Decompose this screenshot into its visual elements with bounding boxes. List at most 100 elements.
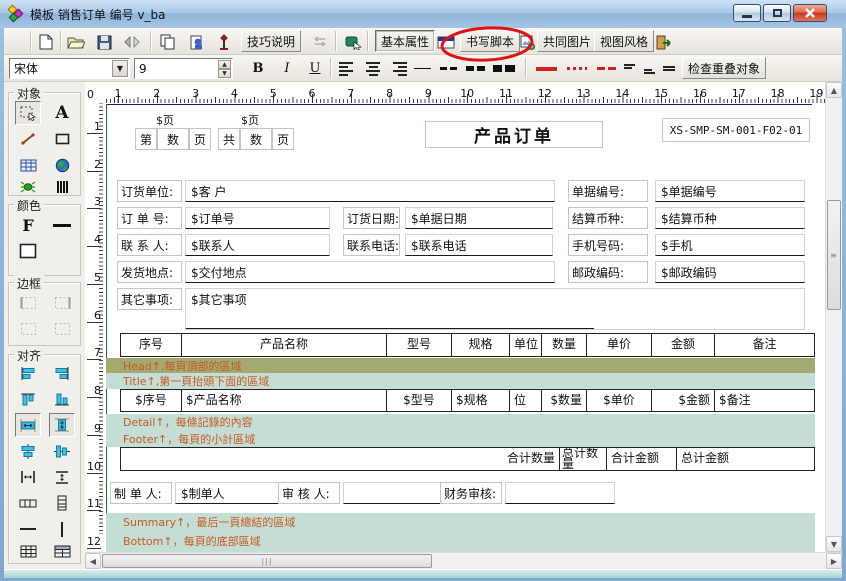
table-detail-cell[interactable]: $金额	[651, 390, 714, 411]
close-button[interactable]	[793, 4, 827, 22]
center-vertical-button[interactable]	[49, 439, 75, 463]
page-var-label[interactable]: $页	[241, 112, 259, 128]
band-bottom[interactable]: Bottom↑，每頁的底部區域	[106, 530, 815, 552]
table-detail-cell[interactable]: $产品名称	[181, 390, 386, 411]
basic-properties-button[interactable]: 基本属性	[375, 30, 435, 52]
line-tool[interactable]	[15, 127, 41, 151]
write-script-button[interactable]: 书写脚本	[460, 30, 520, 52]
table-header-cell[interactable]: 单价	[586, 334, 651, 356]
center-horizontal-button[interactable]	[15, 439, 41, 463]
pageno-cell[interactable]: 页	[272, 128, 294, 150]
v-line-button[interactable]	[49, 517, 75, 541]
web-globe-tool[interactable]	[49, 153, 75, 177]
totals-cell[interactable]: 合计数量	[121, 448, 559, 470]
field-label[interactable]: 其它事项:	[117, 288, 182, 310]
field-label[interactable]: 邮政编码:	[568, 261, 648, 283]
page-var-label[interactable]: $页	[156, 112, 174, 128]
print-preview-icon[interactable]	[122, 32, 142, 52]
view-style-button[interactable]: 视图风格	[594, 30, 654, 52]
equal-v-spacing-button[interactable]	[49, 465, 75, 489]
delete-pin-icon[interactable]	[214, 32, 234, 52]
align-bottom-edges-button[interactable]	[49, 387, 75, 411]
image-tool[interactable]	[15, 179, 41, 195]
field-label[interactable]: 发货地点:	[117, 261, 182, 283]
field-value[interactable]: $单据编号	[655, 180, 805, 202]
align-right-edges-button[interactable]	[49, 361, 75, 385]
scroll-up-icon[interactable]: ▲	[826, 82, 842, 98]
field-value[interactable]: $客 户	[185, 180, 555, 202]
scroll-down-icon[interactable]: ▼	[826, 536, 842, 552]
field-value[interactable]: $结算币种	[655, 207, 805, 229]
field-label[interactable]: 订 单 号:	[117, 207, 182, 229]
grid-button[interactable]	[15, 539, 41, 563]
table-header-cell[interactable]: 产品名称	[181, 334, 386, 356]
equal-h-spacing-button[interactable]	[15, 465, 41, 489]
open-folder-icon[interactable]	[66, 32, 86, 52]
signature-label[interactable]: 财务审核:	[440, 482, 502, 504]
band-head[interactable]: Head↑,每頁頂部的區域	[106, 358, 815, 373]
align-top-edges-button[interactable]	[15, 387, 41, 411]
red-line-dashed-button[interactable]	[593, 58, 619, 79]
field-label[interactable]: 手机号码:	[568, 234, 648, 256]
table-header-cell[interactable]: 金额	[651, 334, 714, 356]
minimize-button[interactable]	[733, 4, 761, 22]
table-tool[interactable]	[15, 153, 41, 177]
rectangle-tool[interactable]	[49, 127, 75, 151]
table-detail-cell[interactable]: 位	[509, 390, 541, 411]
line-middle-icon[interactable]	[660, 58, 678, 79]
fill-color-button[interactable]	[15, 239, 41, 263]
table-detail-cell[interactable]: $备注	[714, 390, 814, 411]
h-cells-button[interactable]	[15, 491, 41, 515]
table-header-cell[interactable]: 备注	[714, 334, 814, 356]
same-width-button[interactable]	[15, 413, 41, 437]
border-right-button[interactable]	[49, 291, 75, 315]
align-center-button[interactable]	[363, 58, 383, 79]
same-height-button[interactable]	[49, 413, 75, 437]
line-bottom-icon[interactable]	[640, 58, 658, 79]
band-summary[interactable]: Summary↑，最后一頁總結的區域	[106, 513, 815, 530]
tips-button[interactable]: 技巧说明	[241, 30, 301, 52]
border-bottom-button[interactable]	[49, 317, 75, 341]
font-color-button[interactable]: F	[15, 213, 41, 237]
h-scrollbar[interactable]: ◀ ||| ▶	[85, 552, 842, 569]
pageno-cell[interactable]: 数	[157, 128, 189, 150]
field-value[interactable]: $单据日期	[405, 207, 553, 229]
font-name-combo[interactable]: 宋体 ▼	[9, 58, 130, 79]
band-title[interactable]: Title↑,第一頁抬頭下面的區域	[106, 373, 815, 389]
scroll-left-icon[interactable]: ◀	[85, 553, 101, 569]
field-value[interactable]: $联系电话	[405, 234, 553, 256]
paste-icon[interactable]	[186, 32, 206, 52]
field-label[interactable]: 联系电话:	[343, 234, 400, 256]
line-medium-dash-button[interactable]	[436, 58, 460, 79]
signature-label[interactable]: 制 单 人:	[110, 482, 172, 504]
new-file-icon[interactable]	[36, 32, 56, 52]
signature-value[interactable]: $制单人	[175, 482, 283, 504]
table-detail-cell[interactable]: $数量	[541, 390, 586, 411]
field-value[interactable]: $订单号	[185, 207, 330, 229]
signature-value[interactable]	[505, 482, 615, 504]
signature-label[interactable]: 审 核 人:	[278, 482, 340, 504]
line-color-button[interactable]	[49, 213, 75, 237]
line-thin-button[interactable]	[410, 58, 434, 79]
v-scroll-thumb[interactable]: ≡	[827, 200, 841, 310]
chevron-down-icon[interactable]: ▼	[112, 60, 128, 77]
signature-value[interactable]	[343, 482, 453, 504]
table-header-cell[interactable]: 规格	[451, 334, 509, 356]
pageno-cell[interactable]: 第	[135, 128, 157, 150]
design-canvas[interactable]: 0 12345678910111213141516171819 12345678…	[85, 82, 825, 552]
line-thick-dash-button[interactable]	[462, 58, 488, 79]
select-tool[interactable]	[15, 101, 41, 125]
copy-icon[interactable]	[157, 32, 177, 52]
underline-button[interactable]: U	[304, 58, 326, 79]
table-header-cell[interactable]: 单位	[509, 334, 541, 356]
table-header-cell[interactable]: 型号	[386, 334, 451, 356]
totals-cell[interactable]: 总计数量	[560, 448, 606, 470]
exit-icon[interactable]	[654, 32, 674, 52]
font-size-input[interactable]: 9 ▲ ▼	[134, 58, 233, 79]
add-image-icon[interactable]	[517, 32, 537, 52]
field-label[interactable]: 订货单位:	[117, 180, 182, 202]
v-scrollbar[interactable]: ▲ ≡ ▼	[825, 82, 842, 552]
italic-button[interactable]: I	[276, 58, 298, 79]
window-panel-icon[interactable]	[436, 32, 456, 52]
align-left-edges-button[interactable]	[15, 361, 41, 385]
